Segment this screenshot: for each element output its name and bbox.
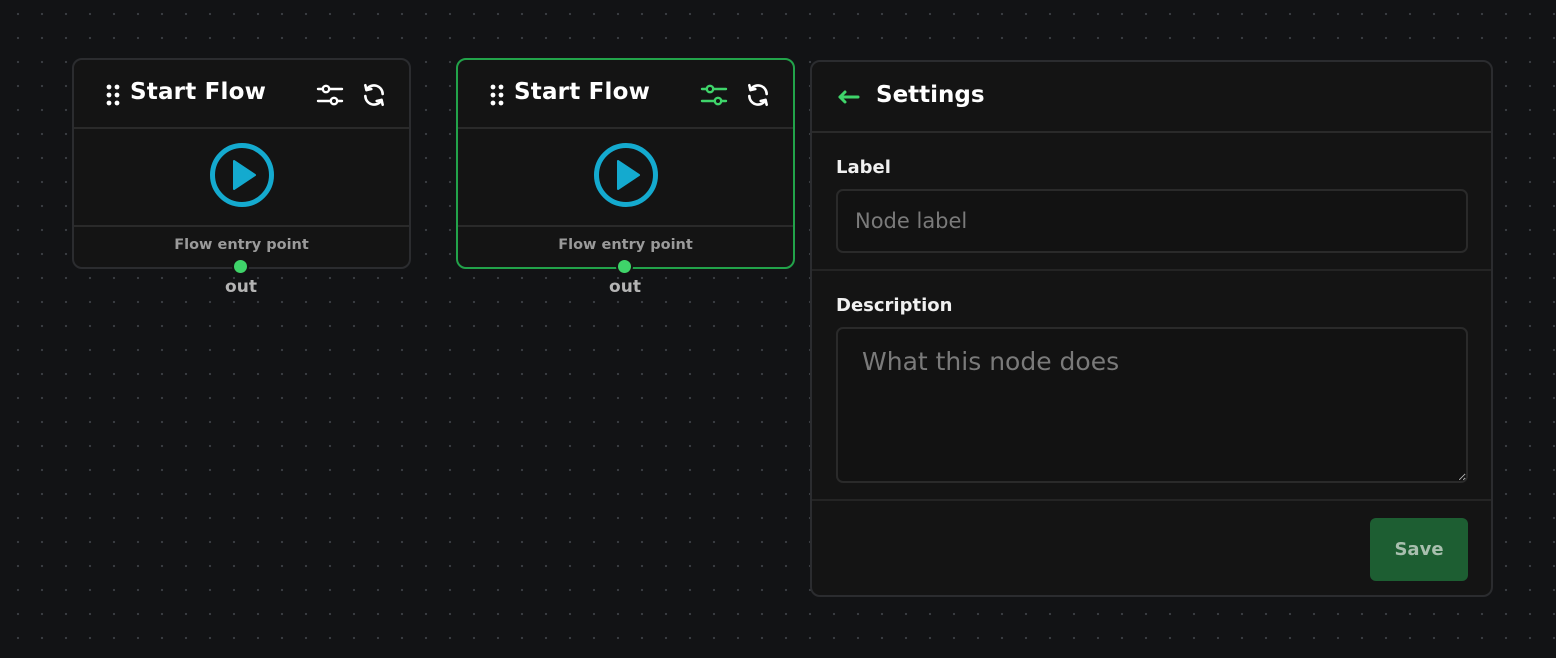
- drag-handle-icon[interactable]: [106, 83, 120, 111]
- description-field-label: Description: [836, 295, 953, 316]
- output-port-label: out: [225, 277, 257, 297]
- drag-handle-icon[interactable]: [490, 83, 504, 111]
- settings-panel: Settings Label Description Save: [810, 60, 1493, 597]
- label-section: Label: [812, 133, 1491, 271]
- node-body: [74, 129, 409, 227]
- settings-header: Settings: [812, 62, 1491, 133]
- save-button[interactable]: Save: [1370, 518, 1468, 581]
- refresh-icon[interactable]: [743, 80, 773, 110]
- node-description-textarea[interactable]: [836, 327, 1468, 483]
- arrow-left-icon[interactable]: [834, 84, 864, 110]
- sliders-icon[interactable]: [699, 80, 729, 110]
- node-title: Start Flow: [514, 79, 651, 105]
- start-flow-node-selected[interactable]: Start Flow Flow entry point: [456, 58, 795, 269]
- node-header: Start Flow: [458, 60, 793, 129]
- refresh-icon[interactable]: [359, 80, 389, 110]
- play-circle-icon[interactable]: [593, 142, 659, 212]
- node-body: [458, 129, 793, 227]
- start-flow-node[interactable]: Start Flow Flow entry point: [72, 58, 411, 269]
- description-section: Description: [812, 271, 1491, 501]
- node-label-input[interactable]: [836, 189, 1468, 253]
- output-port[interactable]: [232, 258, 249, 275]
- output-port-label: out: [609, 277, 641, 297]
- node-header: Start Flow: [74, 60, 409, 129]
- settings-title: Settings: [876, 82, 985, 108]
- label-field-label: Label: [836, 157, 891, 178]
- output-port[interactable]: [616, 258, 633, 275]
- play-circle-icon[interactable]: [209, 142, 275, 212]
- sliders-icon[interactable]: [315, 80, 345, 110]
- node-title: Start Flow: [130, 79, 267, 105]
